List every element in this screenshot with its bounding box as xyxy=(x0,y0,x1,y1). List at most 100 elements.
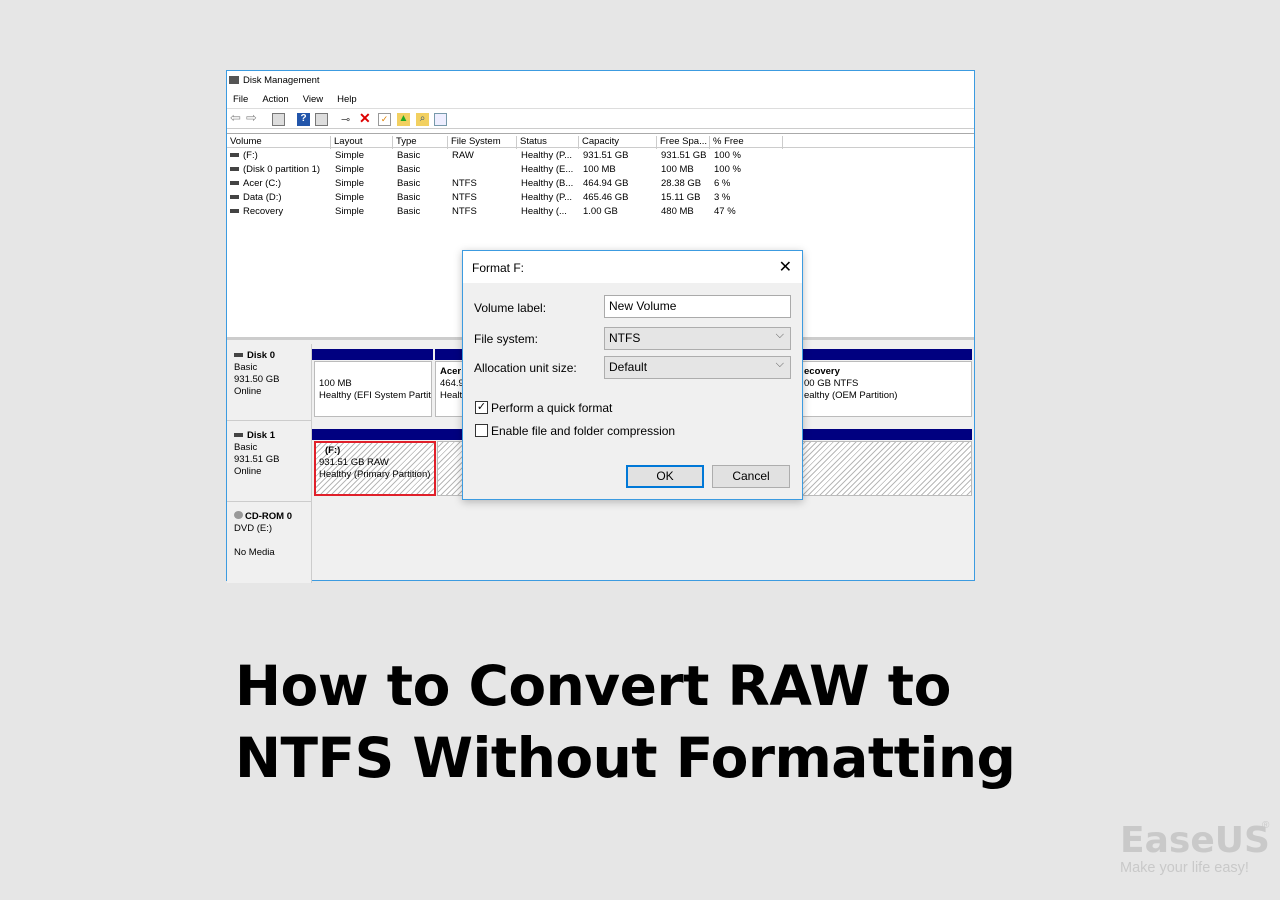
table-cell: 6 % xyxy=(714,178,731,189)
cancel-button[interactable]: Cancel xyxy=(712,465,790,488)
table-cell: 15.11 GB xyxy=(661,192,701,203)
table-row[interactable]: Recovery Simple Basic NTFS Healthy (... 1.00 … xyxy=(227,205,974,219)
table-row[interactable]: (F:) Simple Basic RAW Healthy (P... 931.51 GB… xyxy=(227,149,974,163)
column-volume[interactable]: Volume xyxy=(227,136,331,149)
back-icon[interactable]: ⇦ xyxy=(230,110,243,125)
table-cell: 28.38 GB xyxy=(661,178,702,189)
connect-icon[interactable]: ⊸ xyxy=(341,113,354,126)
close-icon[interactable]: ✕ xyxy=(779,257,792,277)
compression-checkbox[interactable] xyxy=(475,424,488,437)
table-cell: Basic xyxy=(397,192,421,203)
disk-icon xyxy=(234,353,243,358)
table-cell: NTFS xyxy=(452,178,477,189)
table-cell: Basic xyxy=(397,178,421,189)
volume-table-header: Volume Layout Type File System Status Ca… xyxy=(227,133,974,149)
table-cell: 3 % xyxy=(714,192,731,203)
find-icon[interactable]: ⌕ xyxy=(416,113,429,126)
list-icon[interactable] xyxy=(434,113,447,126)
delete-icon[interactable]: ✕ xyxy=(359,110,372,126)
table-cell: Basic xyxy=(397,206,421,217)
table-cell: Healthy (E... xyxy=(521,164,574,175)
column-capacity[interactable]: Capacity xyxy=(579,136,657,149)
partition-f-raw[interactable]: (F:) 931.51 GB RAW Healthy (Primary Partit… xyxy=(314,441,436,496)
volume-label-input[interactable]: New Volume xyxy=(604,295,791,318)
table-cell: (F:) xyxy=(230,150,258,161)
table-row[interactable]: (Disk 0 partition 1) Simple Basic Healthy (… xyxy=(227,163,974,177)
table-cell: 931.51 GB xyxy=(661,150,707,161)
table-cell: Basic xyxy=(397,164,421,175)
table-cell: 100 MB xyxy=(661,164,694,175)
disk-0-label[interactable]: Disk 0 Basic 931.50 GB Online xyxy=(227,344,311,421)
quick-format-label[interactable]: Perform a quick format xyxy=(491,401,612,415)
table-cell: Recovery xyxy=(230,206,283,217)
menu-file[interactable]: File xyxy=(233,94,248,105)
menu-action[interactable]: Action xyxy=(262,94,288,105)
disk-icon xyxy=(234,433,243,438)
check-icon[interactable]: ✓ xyxy=(378,113,391,126)
table-cell: 100 % xyxy=(714,150,741,161)
table-cell: 100 % xyxy=(714,164,741,175)
column-percent-free[interactable]: % Free xyxy=(710,136,783,149)
drive-icon xyxy=(230,181,239,186)
volume-name: (F:) xyxy=(243,150,258,161)
table-row[interactable]: Data (D:) Simple Basic NTFS Healthy (P... 465… xyxy=(227,191,974,205)
table-cell: 47 % xyxy=(714,206,736,217)
cdrom-icon xyxy=(234,511,243,519)
up-icon[interactable]: ▲ xyxy=(397,113,410,126)
compression-label[interactable]: Enable file and folder compression xyxy=(491,424,675,438)
table-cell: Data (D:) xyxy=(230,192,282,203)
table-cell: Healthy (B... xyxy=(521,178,574,189)
dialog-title-bar: Format F: ✕ xyxy=(463,251,802,283)
table-cell: 1.00 GB xyxy=(583,206,618,217)
table-cell: 480 MB xyxy=(661,206,694,217)
table-row[interactable]: Acer (C:) Simple Basic NTFS Healthy (B... 464… xyxy=(227,177,974,191)
table-cell: Simple xyxy=(335,150,365,161)
forward-icon[interactable]: ⇨ xyxy=(246,110,259,125)
column-free-space[interactable]: Free Spa... xyxy=(657,136,710,149)
table-cell: Healthy (P... xyxy=(521,192,573,203)
partition-efi[interactable]: 100 MB Healthy (EFI System Partiti xyxy=(314,361,432,417)
volume-name: Recovery xyxy=(243,206,284,217)
table-cell: NTFS xyxy=(452,206,477,217)
headline-line-1: How to Convert RAW to xyxy=(235,654,951,718)
drive-icon xyxy=(230,209,239,214)
allocation-size-label: Allocation unit size: xyxy=(474,361,577,375)
disk-management-icon xyxy=(229,76,239,85)
title-bar: Disk Management xyxy=(229,75,320,86)
disk-1-label[interactable]: Disk 1 Basic 931.51 GB Online xyxy=(227,424,311,502)
table-cell: Healthy (P... xyxy=(521,150,573,161)
column-type[interactable]: Type xyxy=(393,136,448,149)
partition-recovery[interactable]: ecovery 00 GB NTFS ealthy (OEM Partition) xyxy=(799,361,972,417)
table-cell: NTFS xyxy=(452,192,477,203)
table-cell: (Disk 0 partition 1) xyxy=(230,164,320,175)
table-cell: Simple xyxy=(335,164,365,175)
table-cell: Healthy (... xyxy=(521,206,567,217)
table-cell: 100 MB xyxy=(583,164,616,175)
drive-icon xyxy=(230,153,239,158)
quick-format-checkbox[interactable]: ✓ xyxy=(475,401,488,414)
column-status[interactable]: Status xyxy=(517,136,579,149)
volume-name: Data (D:) xyxy=(243,192,282,203)
logo-brand: EaseUS xyxy=(1120,820,1270,861)
allocation-size-select[interactable]: Default xyxy=(604,356,791,379)
file-system-label: File system: xyxy=(474,332,539,346)
console-icon[interactable] xyxy=(272,113,285,126)
column-file-system[interactable]: File System xyxy=(448,136,517,149)
file-system-select[interactable]: NTFS xyxy=(604,327,791,350)
properties-icon[interactable] xyxy=(315,113,328,126)
table-cell: Simple xyxy=(335,206,365,217)
column-layout[interactable]: Layout xyxy=(331,136,393,149)
drive-icon xyxy=(230,195,239,200)
headline-line-2: NTFS Without Formatting xyxy=(235,726,1016,790)
toolbar: ⇦ ⇨ ? ⊸ ✕ ✓ ▲ ⌕ xyxy=(227,108,974,129)
menu-view[interactable]: View xyxy=(303,94,323,105)
table-cell: Acer (C:) xyxy=(230,178,281,189)
table-cell: 464.94 GB xyxy=(583,178,629,189)
ok-button[interactable]: OK xyxy=(626,465,704,488)
menu-help[interactable]: Help xyxy=(337,94,357,105)
table-cell: RAW xyxy=(452,150,474,161)
dialog-title: Format F: xyxy=(472,261,525,275)
table-cell: 465.46 GB xyxy=(583,192,629,203)
help-icon[interactable]: ? xyxy=(297,113,310,126)
cdrom-0-label[interactable]: CD-ROM 0 DVD (E:) No Media xyxy=(227,505,311,583)
